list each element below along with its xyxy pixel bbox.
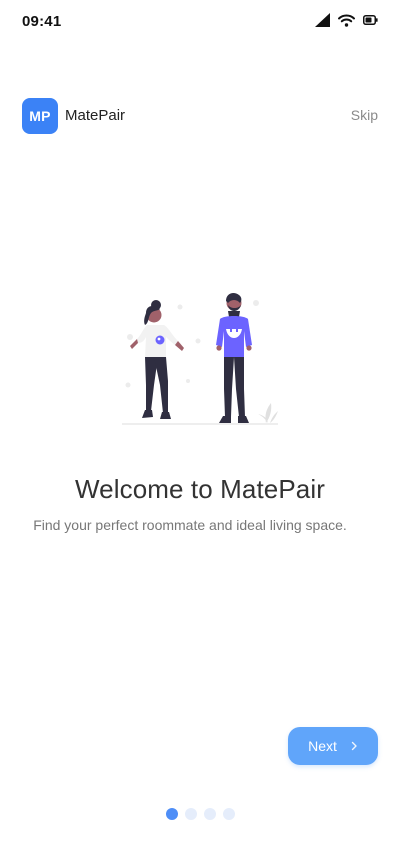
page-dot-1[interactable] [165,808,178,820]
app-name: MatePair [65,107,126,124]
cellular-signal-icon [315,13,330,27]
page-dot-2[interactable] [184,808,197,820]
skip-button[interactable]: Skip [351,107,378,123]
two-people-illustration [118,285,286,430]
chevron-right-icon [351,739,358,754]
status-time: 09:41 [22,13,62,30]
app-logo: MP [22,98,58,134]
page-dot-4[interactable] [222,808,235,820]
page-dot-3[interactable] [203,808,216,820]
wifi-icon [338,14,355,27]
page-indicator [0,808,400,820]
status-bar: 09:41 [0,0,400,44]
next-button-label: Next [308,738,337,754]
status-icons [315,13,378,27]
brand-header: MP MatePair Skip [22,98,378,134]
welcome-subtitle: Find your perfect roommate and ideal liv… [33,517,347,533]
welcome-title: Welcome to MatePair [75,474,325,504]
battery-icon [363,15,378,25]
next-button[interactable]: Next [288,727,378,765]
